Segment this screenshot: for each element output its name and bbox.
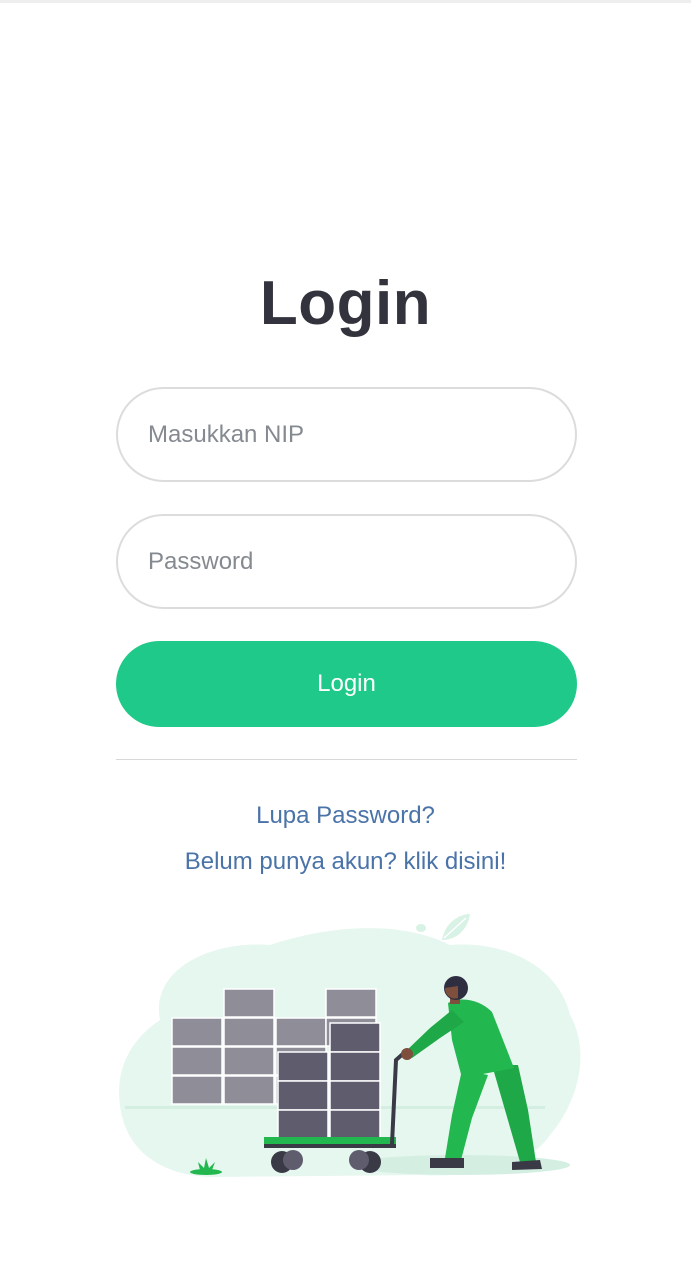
login-button[interactable]: Login bbox=[116, 641, 577, 727]
forgot-password-link[interactable]: Lupa Password? bbox=[0, 802, 691, 830]
delivery-worker-illustration bbox=[119, 914, 581, 1177]
divider bbox=[116, 759, 577, 760]
status-bar-edge bbox=[0, 0, 691, 3]
page-title: Login bbox=[259, 269, 432, 338]
password-field[interactable] bbox=[116, 514, 577, 609]
login-screen: Login Login Lupa Password? Belum punya a… bbox=[0, 0, 691, 1280]
small-leaf-icon bbox=[416, 924, 426, 932]
nip-field[interactable] bbox=[116, 387, 577, 482]
nip-input[interactable] bbox=[148, 389, 548, 480]
register-link[interactable]: Belum punya akun? klik disini! bbox=[0, 848, 691, 876]
password-input[interactable] bbox=[148, 516, 548, 607]
